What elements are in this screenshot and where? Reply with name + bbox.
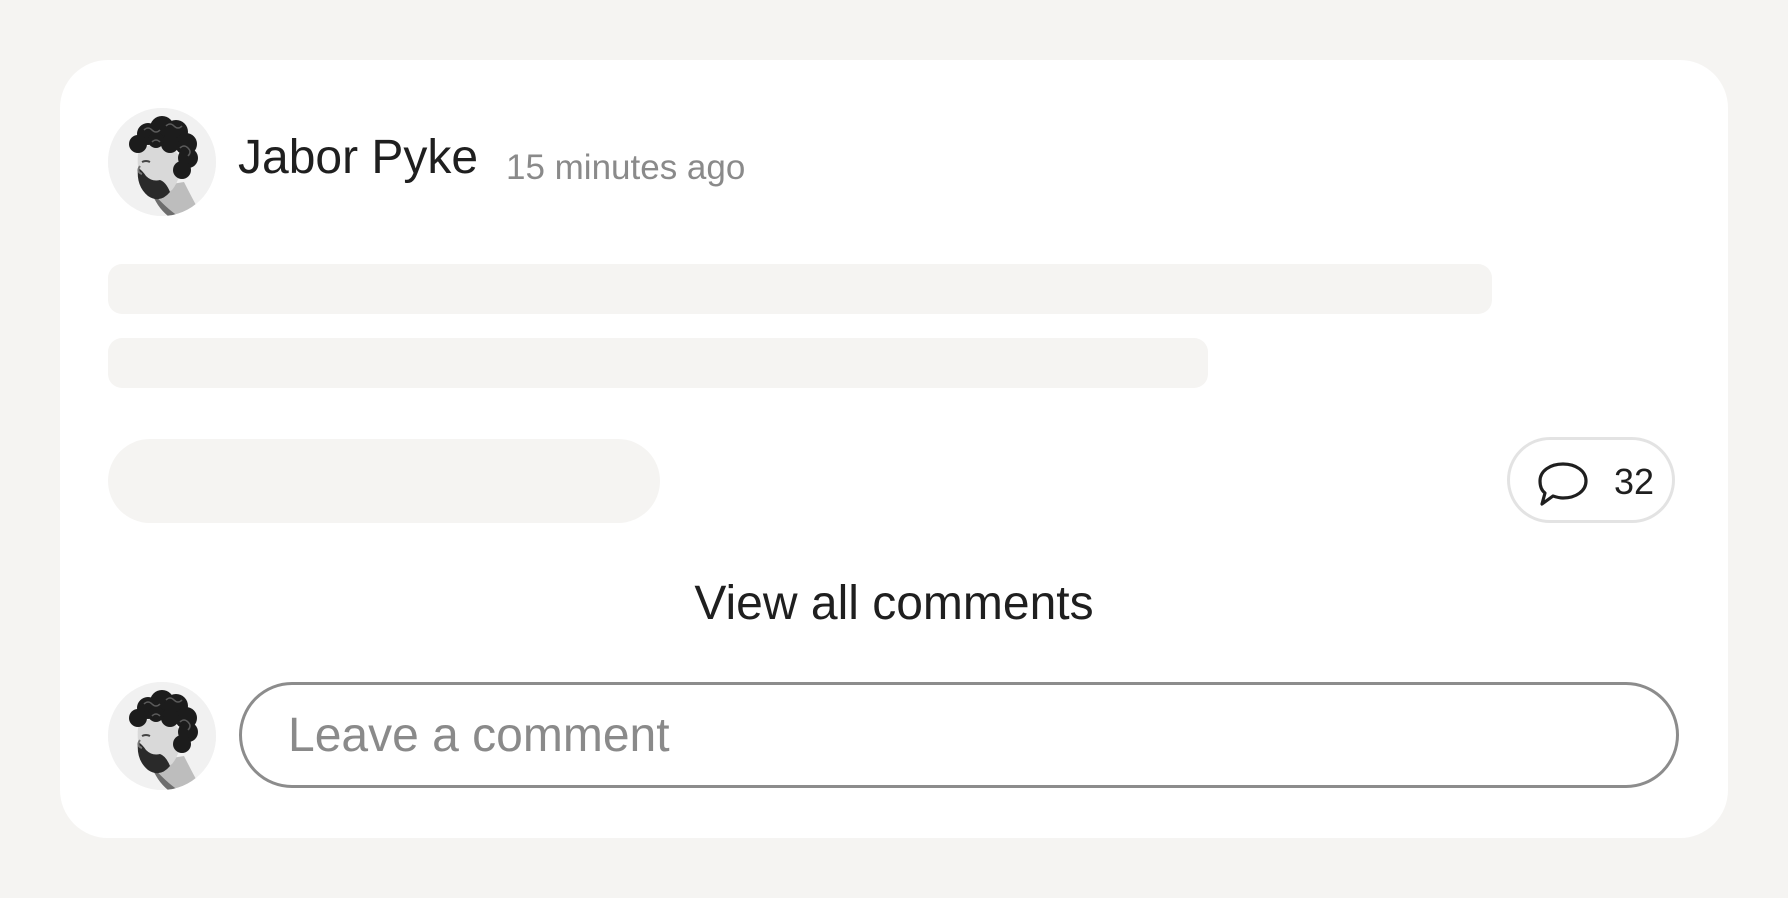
current-user-avatar-icon bbox=[108, 682, 216, 790]
author-avatar[interactable] bbox=[108, 108, 216, 216]
comment-count-button[interactable]: 32 bbox=[1507, 437, 1675, 523]
current-user-avatar bbox=[108, 682, 216, 790]
reaction-skeleton-pill bbox=[108, 439, 660, 523]
content-skeleton-line bbox=[108, 338, 1208, 388]
comment-count: 32 bbox=[1614, 461, 1655, 502]
post-card: Jabor Pyke 15 minutes ago 32 View all co… bbox=[60, 60, 1728, 838]
user-avatar-icon bbox=[108, 108, 216, 216]
post-timestamp: 15 minutes ago bbox=[506, 148, 746, 187]
speech-bubble-icon bbox=[1538, 462, 1588, 506]
author-name[interactable]: Jabor Pyke bbox=[238, 134, 478, 182]
comment-input[interactable] bbox=[239, 682, 1679, 788]
view-all-comments-link[interactable]: View all comments bbox=[60, 580, 1728, 628]
content-skeleton-line bbox=[108, 264, 1492, 314]
